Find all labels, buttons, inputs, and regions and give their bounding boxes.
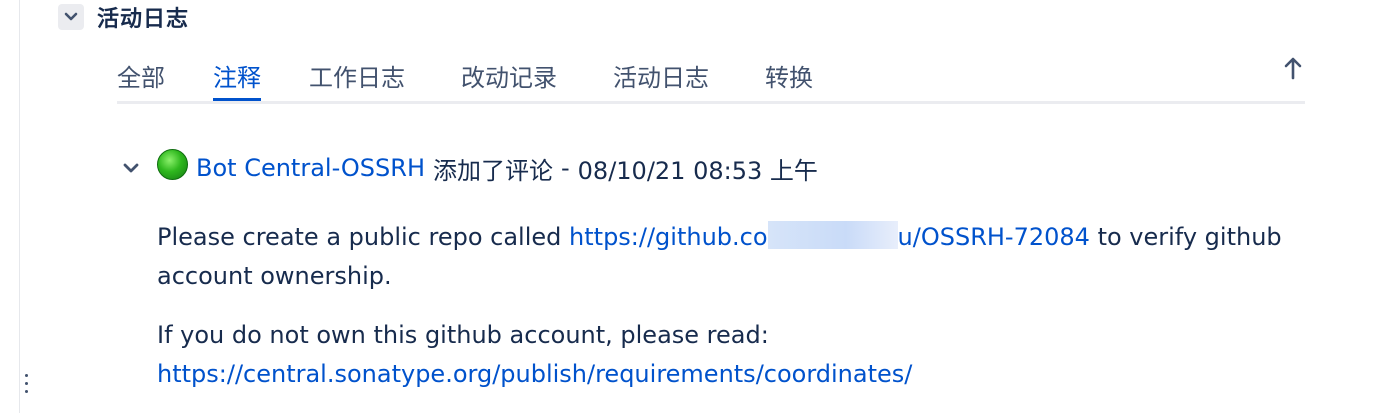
comment-collapse-button[interactable] (120, 157, 142, 179)
resize-handle-icon[interactable] (24, 374, 30, 400)
repo-link-start[interactable]: https://github.co (569, 223, 768, 251)
arrow-up-icon (1284, 57, 1302, 80)
chevron-down-icon (123, 163, 139, 172)
activity-tabs: 全部 注释 工作日志 改动记录 活动日志 转换 (117, 50, 1305, 104)
comment-text: Please create a public repo called (157, 223, 562, 251)
repo-link[interactable]: https://github.co u/OSSRH-72084 (569, 221, 1090, 251)
tab-history[interactable]: 改动记录 (461, 58, 557, 101)
comment-paragraph: If you do not own this github account, p… (157, 316, 1317, 394)
redacted-text (767, 221, 898, 249)
scroll-top-button[interactable] (1280, 54, 1306, 82)
tab-comments[interactable]: 注释 (213, 58, 261, 101)
tab-transitions[interactable]: 转换 (765, 58, 813, 101)
avatar[interactable] (157, 148, 188, 180)
repo-link-end[interactable]: u/OSSRH-72084 (898, 223, 1090, 251)
section-title: 活动日志 (97, 7, 190, 32)
comment-author-link[interactable]: Bot Central-OSSRH (196, 154, 425, 182)
comment-paragraph: Please create a public repo called https… (157, 218, 1317, 296)
comment-timestamp[interactable]: 08/10/21 08:53 上午 (578, 151, 818, 186)
section-collapse-button[interactable] (58, 4, 84, 30)
chevron-down-icon (64, 12, 78, 21)
sonatype-link[interactable]: https://central.sonatype.org/publish/req… (157, 360, 912, 388)
comment-action: 添加了评论 (432, 156, 553, 185)
tab-all[interactable]: 全部 (117, 58, 165, 101)
comment-separator: - (560, 154, 570, 182)
tab-activity[interactable]: 活动日志 (613, 58, 709, 101)
comment-body: Please create a public repo called https… (157, 218, 1317, 414)
comment-header: Bot Central-OSSRH 添加了评论 - 08/10/21 08:53… (120, 148, 818, 186)
comment-text: If you do not own this github account, p… (157, 321, 769, 349)
activity-section-header: 活动日志 (58, 2, 189, 32)
tab-work-log[interactable]: 工作日志 (309, 58, 405, 101)
left-gutter (0, 0, 20, 413)
